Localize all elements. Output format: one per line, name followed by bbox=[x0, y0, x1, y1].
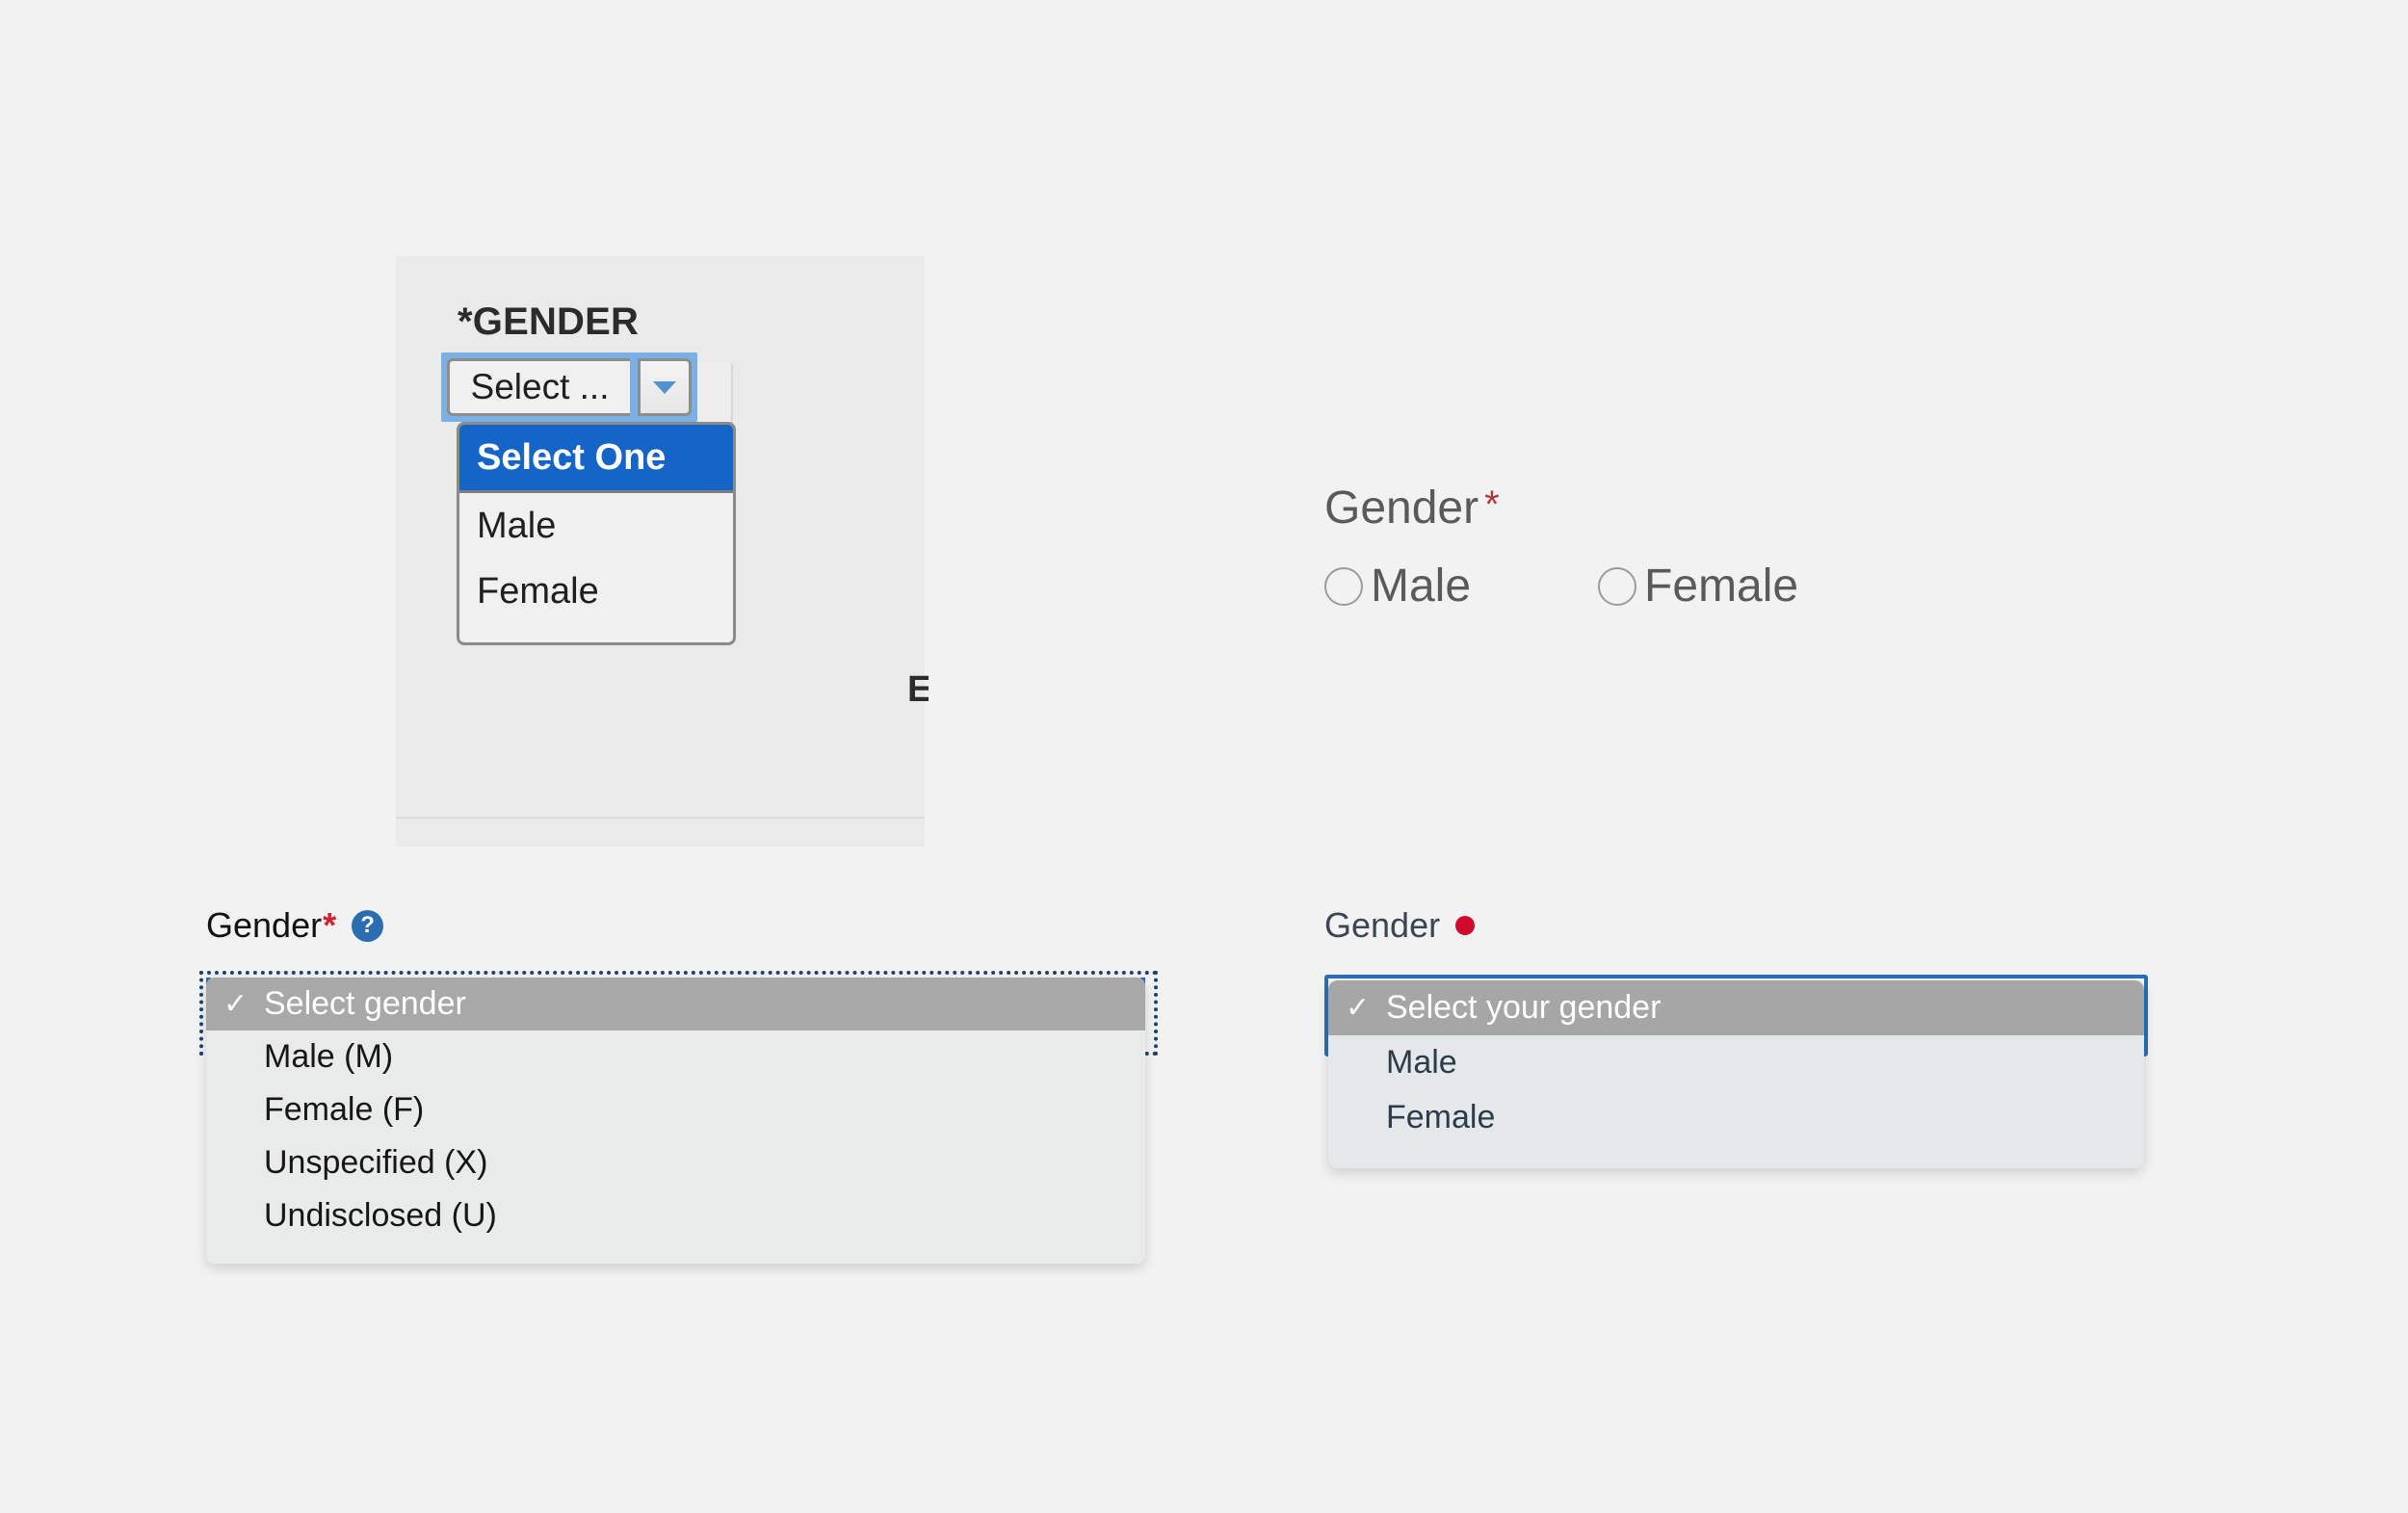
select-option[interactable]: ✓ Male bbox=[1328, 1035, 2144, 1090]
select-option[interactable]: ✓ Undisclosed (U) bbox=[206, 1189, 1145, 1242]
select-option-label: Male bbox=[1386, 1044, 1457, 1081]
select-option[interactable]: ✓ Female bbox=[1328, 1090, 2144, 1145]
required-dot-icon bbox=[1455, 916, 1476, 935]
gender-select-label: Gender bbox=[1324, 905, 1476, 946]
select-option-label: Select your gender bbox=[1386, 989, 1662, 1026]
gender-select-label-text: Gender bbox=[206, 905, 323, 945]
chevron-down-icon bbox=[653, 380, 676, 394]
gender-radio-label: Gender * bbox=[1324, 482, 1798, 535]
checkmark-icon-placeholder: ✓ bbox=[223, 1146, 264, 1180]
required-asterisk: * bbox=[323, 905, 337, 945]
checkmark-icon: ✓ bbox=[1346, 992, 1371, 1024]
combobox-option[interactable]: Select One bbox=[459, 425, 733, 493]
gender-radio-panel: Gender * Male Female bbox=[1324, 482, 1798, 613]
combobox-value-field[interactable]: Select ... bbox=[447, 358, 630, 416]
select-option[interactable]: ✓ Female (F) bbox=[206, 1083, 1145, 1136]
select-option[interactable]: ✓ Male (M) bbox=[206, 1030, 1145, 1083]
select-option-label: Select gender bbox=[264, 985, 466, 1022]
select-option[interactable]: ✓ Select gender bbox=[206, 978, 1145, 1030]
gender-radio-label-text: Gender bbox=[1324, 483, 1479, 534]
select-option-label: Female (F) bbox=[264, 1091, 425, 1128]
radio-circle-icon[interactable] bbox=[1598, 566, 1637, 606]
combobox-value-text: Select ... bbox=[470, 367, 610, 406]
select-option-list[interactable]: ✓ Select your gender ✓ Male ✓ Female bbox=[1328, 980, 2144, 1168]
gender-select-blue-panel: Gender ✓ Select your gender ✓ Male ✓ Fem… bbox=[1324, 905, 2148, 1168]
select-option[interactable]: ✓ Unspecified (X) bbox=[206, 1136, 1145, 1189]
radio-option-male[interactable]: Male bbox=[1324, 560, 1471, 613]
select-option-label: Female bbox=[1386, 1099, 1496, 1135]
clipped-adjacent-label: E bbox=[907, 669, 929, 710]
gender-select-label: Gender * ? bbox=[206, 905, 384, 946]
checkmark-icon: ✓ bbox=[223, 988, 249, 1020]
radio-option-female[interactable]: Female bbox=[1598, 560, 1798, 613]
select-option[interactable]: ✓ Select your gender bbox=[1328, 980, 2144, 1035]
checkmark-icon-placeholder: ✓ bbox=[1346, 1101, 1386, 1135]
radio-option-label: Female bbox=[1644, 561, 1799, 612]
combobox-option[interactable]: Male bbox=[459, 493, 733, 559]
checkmark-icon-placeholder: ✓ bbox=[223, 1040, 264, 1074]
select-option-label: Male (M) bbox=[264, 1038, 394, 1075]
combobox-focus-ring: Select ... bbox=[441, 352, 697, 422]
question-mark-help-icon[interactable]: ? bbox=[352, 909, 384, 942]
combobox-option-label: Select One bbox=[477, 436, 667, 478]
gender-select-label-text: Gender bbox=[1324, 905, 1441, 945]
checkmark-icon-placeholder: ✓ bbox=[223, 1093, 264, 1127]
gender-combobox-panel: *GENDER E Select ... Select One Male Fem… bbox=[396, 256, 929, 847]
required-asterisk: * bbox=[1484, 483, 1500, 526]
select-option-label: Undisclosed (U) bbox=[264, 1197, 497, 1234]
combobox-option-label: Male bbox=[477, 505, 557, 546]
select-option-list[interactable]: ✓ Select gender ✓ Male (M) ✓ Female (F) … bbox=[206, 978, 1145, 1264]
radio-circle-icon[interactable] bbox=[1324, 566, 1363, 606]
select-option-label: Unspecified (X) bbox=[264, 1144, 488, 1181]
gender-radio-options: Male Female bbox=[1324, 560, 1798, 613]
combobox-option[interactable]: Female bbox=[459, 559, 733, 624]
radio-option-label: Male bbox=[1371, 561, 1472, 612]
combobox-option-label: Female bbox=[477, 570, 599, 612]
combobox-dropdown-button[interactable] bbox=[638, 358, 692, 416]
checkmark-icon-placeholder: ✓ bbox=[1346, 1046, 1386, 1080]
gender-field-label: *GENDER bbox=[458, 300, 640, 343]
panel-divider bbox=[396, 817, 925, 819]
gender-select-dotted-panel: Gender* ? ✓ Select gender ✓ Male (M) ✓ F… bbox=[199, 905, 1158, 1264]
combobox-option-list[interactable]: Select One Male Female bbox=[457, 422, 736, 645]
checkmark-icon-placeholder: ✓ bbox=[223, 1199, 264, 1233]
